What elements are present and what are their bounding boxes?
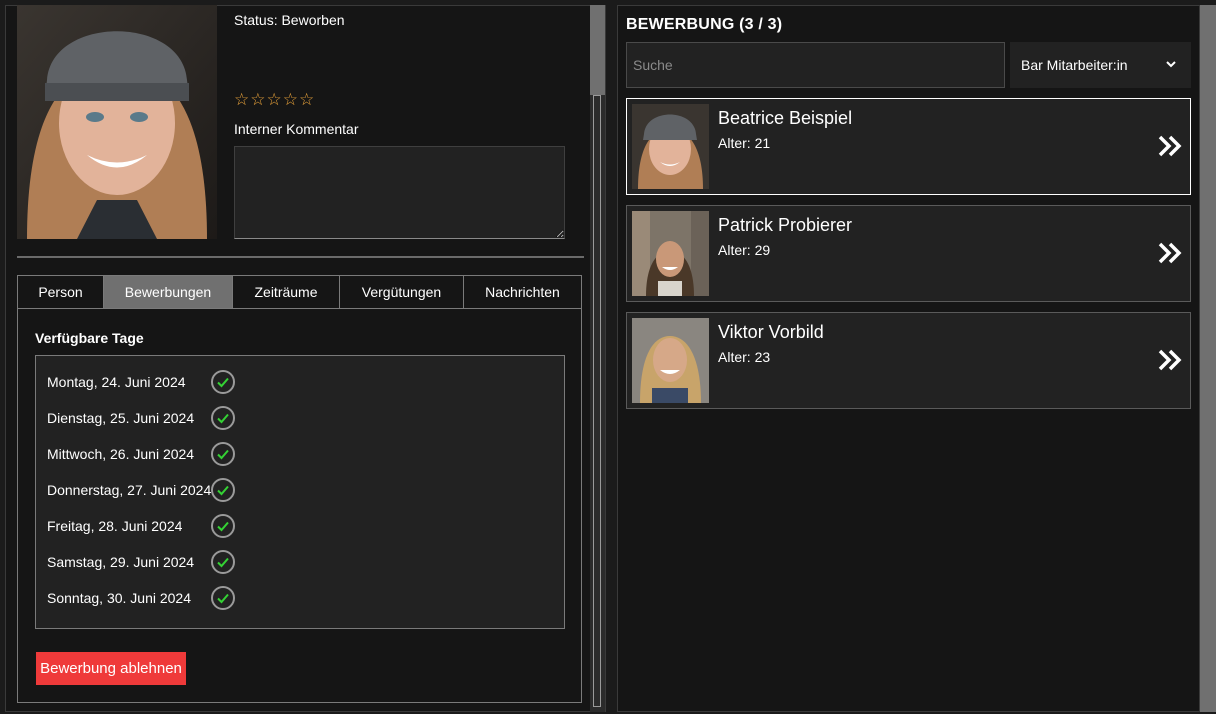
tab-nachrichten[interactable]: Nachrichten: [463, 275, 582, 309]
reject-application-button[interactable]: Bewerbung ablehnen: [36, 652, 186, 685]
day-label: Sonntag, 30. Juni 2024: [47, 590, 192, 606]
applicant-card[interactable]: Beatrice Beispiel Alter: 21: [626, 98, 1191, 195]
applicant-card[interactable]: Patrick Probierer Alter: 29: [626, 205, 1191, 302]
tab-content-bewerbungen: Verfügbare Tage Montag, 24. Juni 2024 Di…: [17, 308, 582, 703]
tab-bewerbungen[interactable]: Bewerbungen: [103, 275, 232, 309]
rating-stars[interactable]: ☆ ☆ ☆ ☆ ☆: [234, 91, 314, 109]
applicant-avatar: [632, 211, 709, 296]
tab-verguetungen[interactable]: Vergütungen: [339, 275, 463, 309]
applicant-avatar: [632, 104, 709, 189]
applicant-card[interactable]: Viktor Vorbild Alter: 23: [626, 312, 1191, 409]
application-status: Status: Beworben: [234, 12, 345, 28]
list-item: Dienstag, 25. Juni 2024: [47, 405, 235, 431]
available-days-list: Montag, 24. Juni 2024 Dienstag, 25. Juni…: [35, 355, 565, 629]
list-item: Donnerstag, 27. Juni 2024: [47, 477, 235, 503]
double-chevron-right-icon: [1158, 349, 1182, 371]
tab-person[interactable]: Person: [17, 275, 103, 309]
day-label: Dienstag, 25. Juni 2024: [47, 410, 195, 426]
check-circle-icon: [211, 514, 235, 538]
detail-tabs: Person Bewerbungen Zeiträume Vergütungen…: [17, 275, 582, 309]
day-label: Freitag, 28. Juni 2024: [47, 518, 183, 534]
star-outline-icon[interactable]: ☆: [299, 91, 314, 109]
check-circle-icon: [211, 550, 235, 574]
detail-scrollbar-thumb[interactable]: [590, 5, 605, 95]
applications-list-panel: BEWERBUNG (3 / 3) Bar Mitarbeiter:in Bea…: [617, 5, 1200, 712]
star-outline-icon[interactable]: ☆: [267, 91, 282, 109]
star-outline-icon[interactable]: ☆: [283, 91, 298, 109]
double-chevron-right-icon: [1158, 135, 1182, 157]
applicant-name: Beatrice Beispiel: [718, 108, 853, 128]
applicant-name: Patrick Probierer: [718, 215, 853, 235]
check-circle-icon: [211, 406, 235, 430]
list-item: Montag, 24. Juni 2024: [47, 369, 235, 395]
day-label: Montag, 24. Juni 2024: [47, 374, 186, 390]
comment-label: Interner Kommentar: [234, 121, 359, 137]
double-chevron-right-icon: [1158, 242, 1182, 264]
check-circle-icon: [211, 478, 235, 502]
list-scrollbar[interactable]: [1200, 5, 1216, 712]
day-label: Mittwoch, 26. Juni 2024: [47, 446, 195, 462]
check-circle-icon: [211, 586, 235, 610]
applicant-avatar: [632, 318, 709, 403]
list-item: Samstag, 29. Juni 2024: [47, 549, 235, 575]
applicant-age: Alter: 23: [718, 349, 771, 365]
applicant-name: Viktor Vorbild: [718, 322, 824, 342]
star-outline-icon[interactable]: ☆: [234, 91, 249, 109]
list-item: Freitag, 28. Juni 2024: [47, 513, 235, 539]
detail-scrollbar-rail: [593, 95, 601, 707]
applicant-age: Alter: 21: [718, 135, 771, 151]
internal-comment-input[interactable]: [234, 146, 565, 239]
star-outline-icon[interactable]: ☆: [250, 91, 265, 109]
check-circle-icon: [211, 370, 235, 394]
day-label: Samstag, 29. Juni 2024: [47, 554, 195, 570]
tab-zeitraeume[interactable]: Zeiträume: [232, 275, 339, 309]
page-title: BEWERBUNG (3 / 3): [626, 16, 783, 33]
section-divider: [17, 256, 584, 258]
search-input[interactable]: [626, 42, 1005, 88]
position-filter-value: Bar Mitarbeiter:in: [1021, 57, 1128, 73]
position-filter-select[interactable]: Bar Mitarbeiter:in: [1010, 42, 1191, 88]
list-item: Sonntag, 30. Juni 2024: [47, 585, 235, 611]
chevron-down-icon: [1166, 61, 1176, 68]
applicant-age: Alter: 29: [718, 242, 771, 258]
list-item: Mittwoch, 26. Juni 2024: [47, 441, 235, 467]
check-circle-icon: [211, 442, 235, 466]
available-days-title: Verfügbare Tage: [35, 330, 144, 346]
day-label: Donnerstag, 27. Juni 2024: [47, 482, 212, 498]
applicant-photo: [17, 5, 217, 239]
